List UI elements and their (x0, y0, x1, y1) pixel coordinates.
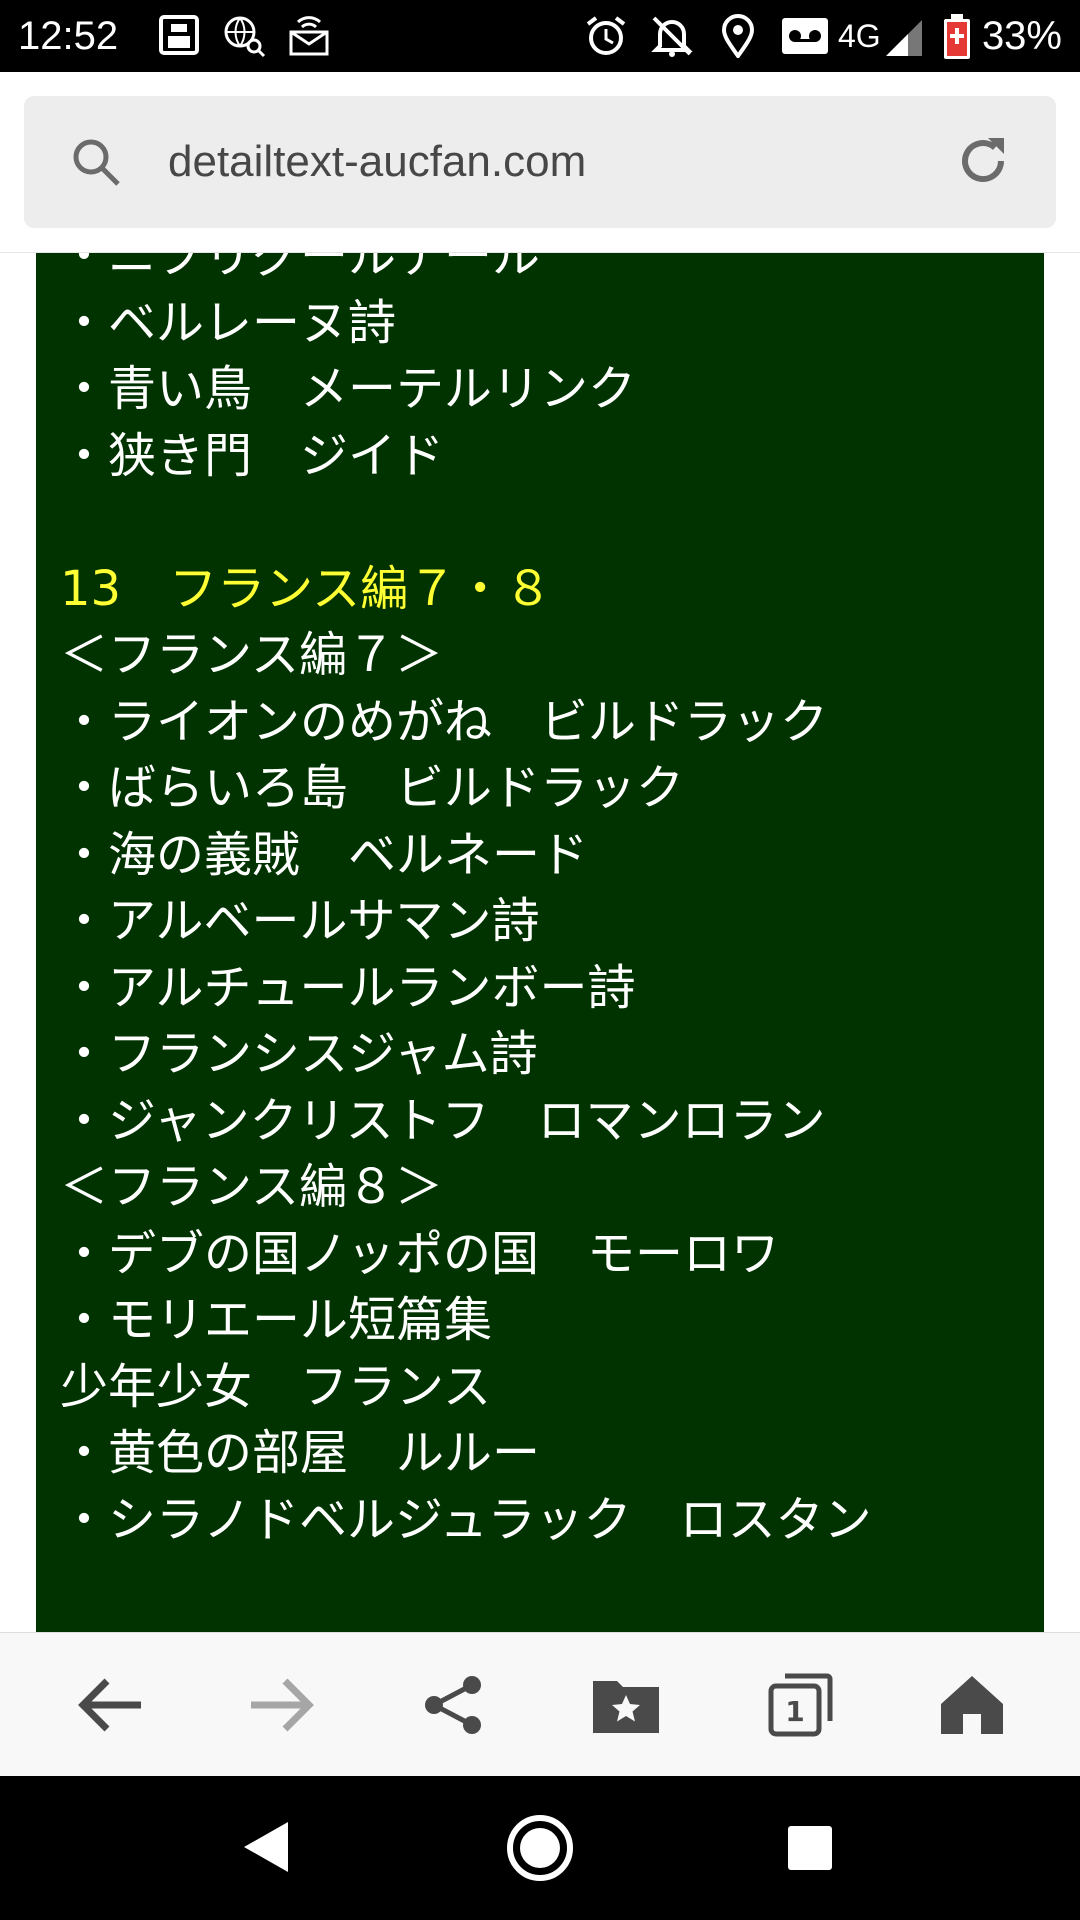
nav-recents-icon[interactable] (786, 1824, 834, 1876)
text-line: ＜フランス編７＞ (60, 627, 444, 683)
reload-icon[interactable] (956, 134, 1010, 192)
browser-toolbar: detailtext-aucfan.com (0, 72, 1080, 252)
text-block: ・ニブリグールテール・ベルレーヌ詩・青い鳥 メーテルリンク ・狭き門 ジイド 13 … (60, 252, 1040, 1553)
browser-bottom-bar: 1 (0, 1632, 1080, 1777)
text-line: ・アルベールサマン詩 (60, 893, 540, 949)
notifications-off-icon (650, 14, 694, 62)
text-line: ・ニブリグールテール (60, 252, 541, 284)
text-line: ・青い鳥 メーテルリンク (60, 361, 637, 417)
status-bar: 12:52 4G 33% (0, 0, 1080, 72)
tab-count: 1 (785, 1695, 804, 1728)
text-line: ・狭き門 ジイド (60, 427, 445, 484)
text-line: ・デブの国ノッポの国 モーロワ (60, 1225, 780, 1282)
share-icon[interactable] (416, 1667, 492, 1743)
page-content[interactable]: ・ニブリグールテール・ベルレーヌ詩・青い鳥 メーテルリンク ・狭き門 ジイド 13 … (0, 252, 1080, 1633)
text-line: ・ベルレーヌ詩 (60, 294, 397, 351)
signal-icon (884, 14, 924, 62)
tabs-icon[interactable]: 1 (762, 1667, 838, 1743)
back-icon[interactable] (72, 1667, 148, 1743)
search-icon (70, 136, 122, 192)
text-line: ・アルチュールランボー詩 (60, 959, 636, 1016)
status-time: 12:52 (18, 14, 119, 58)
text-line: ・シラノドベルジュラック ロスタン (60, 1491, 872, 1548)
globe-search-icon (222, 14, 266, 62)
nav-back-icon[interactable] (242, 1820, 290, 1878)
address-bar[interactable]: detailtext-aucfan.com (24, 96, 1056, 228)
text-line: ・海の義賊 ベルネード (60, 826, 589, 883)
url-text[interactable]: detailtext-aucfan.com (168, 130, 586, 194)
text-line: ・ジャンクリストフ ロマンロラン (60, 1092, 826, 1149)
text-line: ・黄色の部屋 ルルー (60, 1425, 541, 1481)
voicemail-icon (780, 14, 830, 62)
battery-icon (942, 14, 972, 64)
nav-home-icon[interactable] (504, 1812, 576, 1888)
location-icon (720, 14, 756, 62)
text-line: ・モリエール短篇集 (60, 1292, 493, 1348)
alarm-icon (584, 14, 628, 62)
text-line: ・ばらいろ島 ビルドラック (60, 760, 685, 816)
bookmarks-icon[interactable] (588, 1667, 664, 1743)
forward-icon[interactable] (244, 1667, 320, 1743)
clipboard-icon (158, 14, 200, 60)
text-line: ＜フランス編８＞ (60, 1159, 444, 1215)
section-heading: 13 フランス編７・８ (60, 560, 553, 617)
network-type: 4G (838, 18, 881, 54)
text-panel: ・ニブリグールテール・ベルレーヌ詩・青い鳥 メーテルリンク ・狭き門 ジイド 13 … (36, 253, 1044, 1633)
text-line: ・フランシスジャム詩 (60, 1026, 538, 1082)
battery-percent: 33% (981, 14, 1062, 58)
system-nav-bar (0, 1776, 1080, 1920)
text-line: 少年少女 フランス (60, 1358, 492, 1415)
home-icon[interactable] (934, 1667, 1010, 1743)
cast-mail-icon (288, 14, 330, 62)
text-line: ・ライオンのめがね ビルドラック (60, 693, 829, 750)
